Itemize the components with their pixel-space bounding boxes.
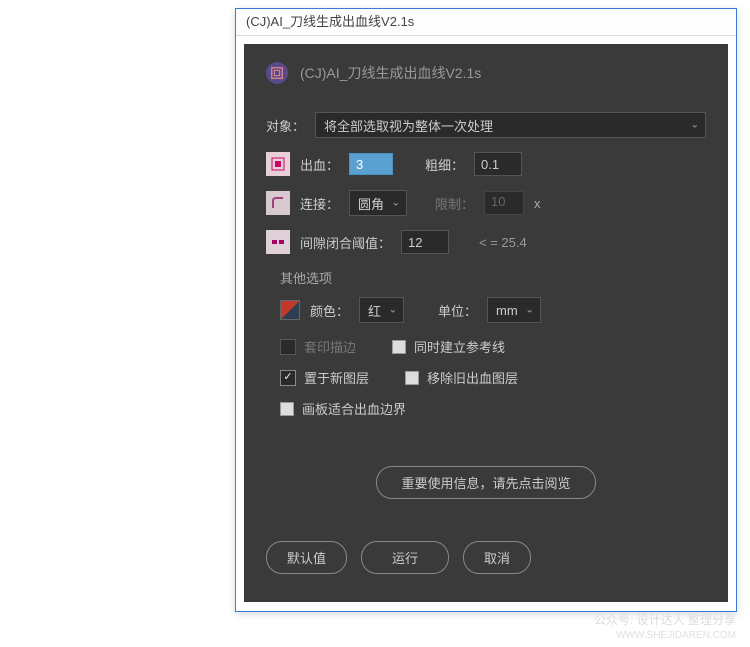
gap-icon — [266, 230, 290, 254]
target-select[interactable]: 将全部选取视为整体一次处理 ⌄ — [315, 112, 706, 138]
new-layer-checkbox[interactable] — [280, 370, 296, 386]
app-logo-icon — [266, 62, 288, 84]
unit-select-value: mm — [496, 303, 518, 318]
info-row: 重要使用信息，请先点击阅览 — [266, 466, 706, 499]
artboard-fit-checkbox[interactable] — [280, 402, 294, 416]
color-label: 颜色： — [310, 301, 349, 320]
join-select[interactable]: 圆角 ⌄ — [349, 190, 407, 216]
target-row: 对象： 将全部选取视为整体一次处理 ⌄ — [266, 112, 706, 138]
run-button[interactable]: 运行 — [361, 541, 449, 574]
dialog-window: (CJ)AI_刀线生成出血线V2.1s (CJ)AI_刀线生成出血线V2.1s … — [235, 8, 737, 612]
target-label: 对象： — [266, 116, 305, 135]
guides-label: 同时建立参考线 — [414, 337, 505, 356]
cancel-button[interactable]: 取消 — [463, 541, 531, 574]
watermark-line2: WWW.SHEJIDAREN.COM — [594, 629, 736, 642]
window-title: (CJ)AI_刀线生成出血线V2.1s — [246, 14, 414, 29]
gap-row: 间隙闭合阈值： < = 25.4 — [266, 230, 706, 254]
color-select[interactable]: 红 ⌄ — [359, 297, 404, 323]
limit-input: 10 — [484, 191, 524, 215]
gap-input[interactable] — [401, 230, 449, 254]
option-row-1: 套印描边 同时建立参考线 — [280, 337, 706, 356]
bleed-icon — [266, 152, 290, 176]
chevron-down-icon: ⌄ — [525, 305, 533, 316]
guides-checkbox[interactable] — [392, 340, 406, 354]
bleed-label: 出血： — [300, 155, 339, 174]
gap-hint: < = 25.4 — [479, 235, 527, 250]
remove-old-label: 移除旧出血图层 — [427, 368, 518, 387]
new-layer-option[interactable]: 置于新图层 — [280, 368, 369, 387]
target-select-value: 将全部选取视为整体一次处理 — [324, 116, 493, 135]
gap-label: 间隙闭合阈值： — [300, 233, 391, 252]
artboard-fit-label: 画板适合出血边界 — [302, 399, 406, 418]
new-layer-label: 置于新图层 — [304, 368, 369, 387]
chevron-down-icon: ⌄ — [392, 198, 400, 209]
action-row: 默认值 运行 取消 — [266, 541, 706, 574]
remove-old-checkbox[interactable] — [405, 371, 419, 385]
join-row: 连接： 圆角 ⌄ 限制： 10 x — [266, 190, 706, 216]
watermark: 公众号: 设计达人 整理分享 WWW.SHEJIDAREN.COM — [594, 613, 736, 642]
weight-label: 粗细： — [425, 155, 464, 174]
unit-select[interactable]: mm ⌄ — [487, 297, 541, 323]
print-marks-label: 套印描边 — [304, 337, 356, 356]
watermark-line1: 公众号: 设计达人 整理分享 — [594, 613, 736, 629]
print-marks-checkbox — [280, 339, 296, 355]
print-marks-option: 套印描边 — [280, 337, 356, 356]
guides-option[interactable]: 同时建立参考线 — [392, 337, 505, 356]
options-section-label: 其他选项 — [280, 268, 706, 287]
dialog-title: (CJ)AI_刀线生成出血线V2.1s — [300, 63, 481, 83]
chevron-down-icon: ⌄ — [691, 120, 699, 131]
default-button[interactable]: 默认值 — [266, 541, 347, 574]
limit-unit: x — [534, 196, 541, 211]
window-titlebar: (CJ)AI_刀线生成出血线V2.1s — [236, 9, 736, 36]
color-swatch-icon — [280, 300, 300, 320]
artboard-fit-option[interactable]: 画板适合出血边界 — [280, 399, 706, 418]
weight-input[interactable] — [474, 152, 522, 176]
unit-label: 单位： — [438, 301, 477, 320]
option-row-2: 置于新图层 移除旧出血图层 — [280, 368, 706, 387]
info-button[interactable]: 重要使用信息，请先点击阅览 — [376, 466, 595, 499]
chevron-down-icon: ⌄ — [389, 305, 397, 316]
color-unit-row: 颜色： 红 ⌄ 单位： mm ⌄ — [280, 297, 706, 323]
join-label: 连接： — [300, 194, 339, 213]
color-select-value: 红 — [368, 301, 381, 320]
option-row-3: 画板适合出血边界 — [280, 399, 706, 418]
dialog-header: (CJ)AI_刀线生成出血线V2.1s — [266, 62, 706, 84]
join-select-value: 圆角 — [358, 194, 384, 213]
join-icon — [266, 191, 290, 215]
dialog-panel: (CJ)AI_刀线生成出血线V2.1s 对象： 将全部选取视为整体一次处理 ⌄ … — [244, 44, 728, 602]
bleed-input[interactable] — [349, 153, 393, 175]
limit-label: 限制： — [435, 194, 474, 213]
bleed-row: 出血： 粗细： — [266, 152, 706, 176]
remove-old-option[interactable]: 移除旧出血图层 — [405, 368, 518, 387]
